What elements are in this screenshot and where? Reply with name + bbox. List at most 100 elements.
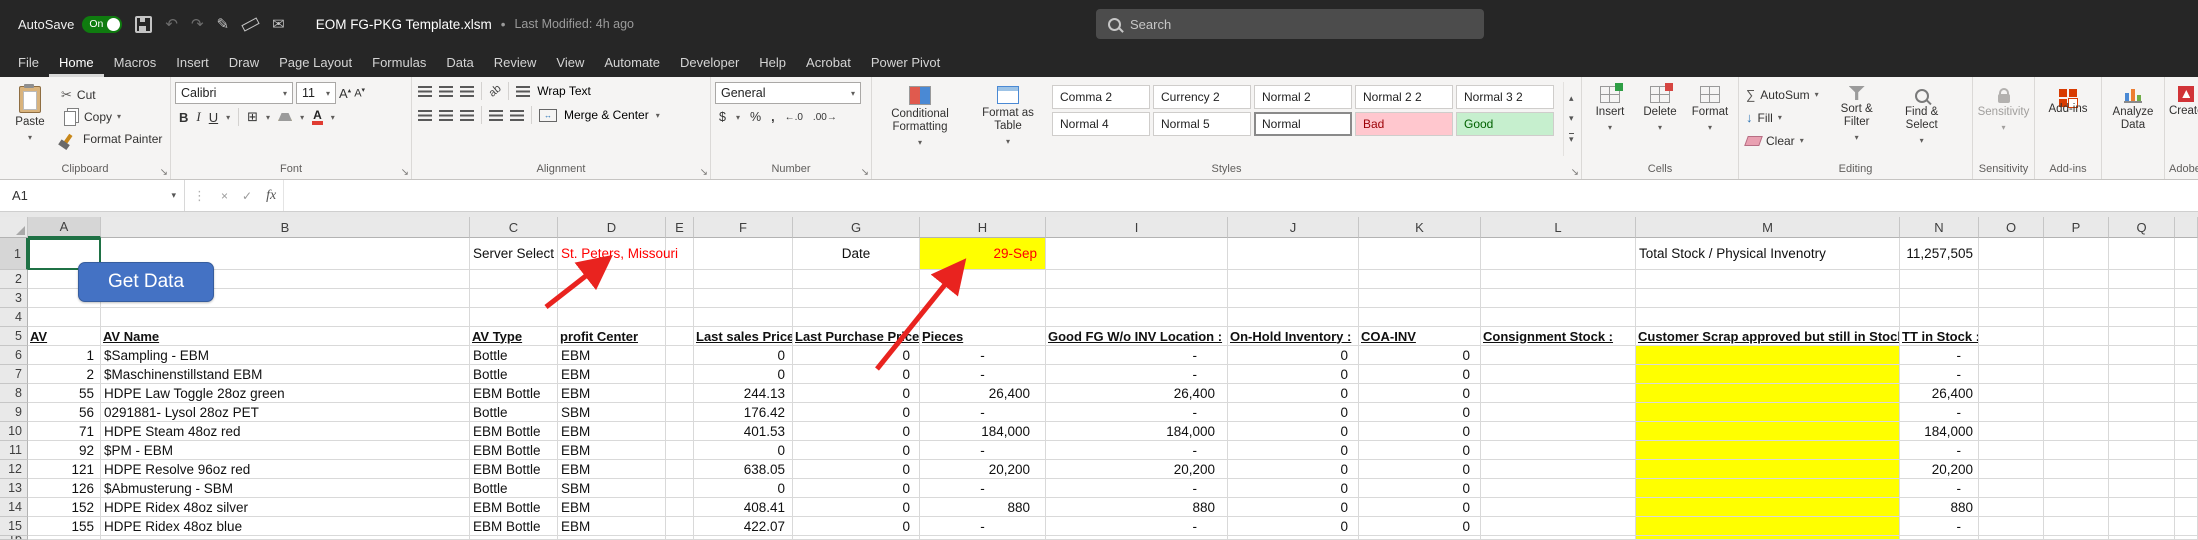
cell-M8[interactable] bbox=[1636, 384, 1900, 403]
cell-K7[interactable]: 0 bbox=[1359, 365, 1481, 384]
cell-O2[interactable] bbox=[1979, 270, 2044, 289]
cell-C1[interactable]: Server Select bbox=[470, 238, 558, 270]
cell-D14[interactable]: EBM bbox=[558, 498, 666, 517]
cell-B7[interactable]: $Maschinenstillstand EBM bbox=[101, 365, 470, 384]
wrap-text-icon[interactable] bbox=[516, 86, 530, 97]
cell-E11[interactable] bbox=[666, 441, 694, 460]
cell-O16[interactable] bbox=[1979, 536, 2044, 540]
cell-H3[interactable] bbox=[920, 289, 1046, 308]
menu-tab-automate[interactable]: Automate bbox=[594, 48, 670, 77]
cell-G9[interactable]: 0 bbox=[793, 403, 920, 422]
cell-G2[interactable] bbox=[793, 270, 920, 289]
cell-D3[interactable] bbox=[558, 289, 666, 308]
cell-E2[interactable] bbox=[666, 270, 694, 289]
merge-center-button[interactable]: Merge & Center bbox=[564, 108, 649, 122]
cell-K9[interactable]: 0 bbox=[1359, 403, 1481, 422]
cell-C6[interactable]: Bottle bbox=[470, 346, 558, 365]
cell-N10[interactable]: 184,000 bbox=[1900, 422, 1979, 441]
cell-I15[interactable]: - bbox=[1046, 517, 1228, 536]
cell-B10[interactable]: HDPE Steam 48oz red bbox=[101, 422, 470, 441]
column-header-C[interactable]: C bbox=[470, 217, 558, 238]
cell-style-normal-5[interactable]: Normal 5 bbox=[1153, 112, 1251, 136]
cell-Q9[interactable] bbox=[2109, 403, 2175, 422]
mail-icon[interactable]: ✉ bbox=[272, 17, 285, 32]
column-header-L[interactable]: L bbox=[1481, 217, 1636, 238]
cell-O14[interactable] bbox=[1979, 498, 2044, 517]
create-pdf-button[interactable]: Create bbox=[2169, 82, 2198, 118]
cell-N14[interactable]: 880 bbox=[1900, 498, 1979, 517]
cell-E7[interactable] bbox=[666, 365, 694, 384]
orientation-icon[interactable]: ab bbox=[487, 82, 504, 99]
cell-D4[interactable] bbox=[558, 308, 666, 327]
cell-F5[interactable]: Last sales Price bbox=[694, 327, 793, 346]
cell-I8[interactable]: 26,400 bbox=[1046, 384, 1228, 403]
cell-M12[interactable] bbox=[1636, 460, 1900, 479]
cell-J12[interactable]: 0 bbox=[1228, 460, 1359, 479]
cell-P9[interactable] bbox=[2044, 403, 2109, 422]
row-header-2[interactable]: 2 bbox=[0, 270, 28, 289]
cell-N1[interactable]: 11,257,505 bbox=[1900, 238, 1979, 270]
menu-tab-power-pivot[interactable]: Power Pivot bbox=[861, 48, 950, 77]
cell-style-normal-3-2[interactable]: Normal 3 2 bbox=[1456, 85, 1554, 109]
cell-M9[interactable] bbox=[1636, 403, 1900, 422]
cell-Q16[interactable] bbox=[2109, 536, 2175, 540]
cell-G11[interactable]: 0 bbox=[793, 441, 920, 460]
name-box-dropdown-icon[interactable]: ▾ bbox=[171, 190, 176, 201]
cell-I4[interactable] bbox=[1046, 308, 1228, 327]
row-header-8[interactable]: 8 bbox=[0, 384, 28, 403]
cell-D13[interactable]: SBM bbox=[558, 479, 666, 498]
delete-cells-button[interactable]: Delete▾ bbox=[1637, 82, 1684, 134]
cell-A15[interactable]: 155 bbox=[28, 517, 101, 536]
cell-K5[interactable]: COA-INV bbox=[1359, 327, 1481, 346]
cell-G15[interactable]: 0 bbox=[793, 517, 920, 536]
cell-K16[interactable] bbox=[1359, 536, 1481, 540]
cell-P2[interactable] bbox=[2044, 270, 2109, 289]
column-header-D[interactable]: D bbox=[558, 217, 666, 238]
cell-style-normal[interactable]: Normal bbox=[1254, 112, 1352, 136]
cell-M16[interactable] bbox=[1636, 536, 1900, 540]
cell-H16[interactable] bbox=[920, 536, 1046, 540]
cell-M4[interactable] bbox=[1636, 308, 1900, 327]
cell-I14[interactable]: 880 bbox=[1046, 498, 1228, 517]
menu-tab-view[interactable]: View bbox=[546, 48, 594, 77]
cell-C4[interactable] bbox=[470, 308, 558, 327]
cell-N12[interactable]: 20,200 bbox=[1900, 460, 1979, 479]
cell-M5[interactable]: Customer Scrap approved but still in Sto… bbox=[1636, 327, 1900, 346]
cell-I13[interactable]: - bbox=[1046, 479, 1228, 498]
cell-P3[interactable] bbox=[2044, 289, 2109, 308]
cell-L4[interactable] bbox=[1481, 308, 1636, 327]
copy-button[interactable]: Copy▾ bbox=[58, 106, 165, 127]
cell-J3[interactable] bbox=[1228, 289, 1359, 308]
cell-F13[interactable]: 0 bbox=[694, 479, 793, 498]
cell-H8[interactable]: 26,400 bbox=[920, 384, 1046, 403]
underline-button[interactable]: U bbox=[209, 110, 218, 125]
cell-N4[interactable] bbox=[1900, 308, 1979, 327]
name-box[interactable]: A1 ▾ bbox=[0, 180, 185, 211]
menu-tab-developer[interactable]: Developer bbox=[670, 48, 749, 77]
cell-J11[interactable]: 0 bbox=[1228, 441, 1359, 460]
cell-L2[interactable] bbox=[1481, 270, 1636, 289]
cell-K10[interactable]: 0 bbox=[1359, 422, 1481, 441]
fill-button[interactable]: ↓ Fill▾ bbox=[1743, 107, 1822, 128]
middle-align-icon[interactable] bbox=[439, 86, 453, 97]
row-header-9[interactable]: 9 bbox=[0, 403, 28, 422]
cell-N13[interactable]: - bbox=[1900, 479, 1979, 498]
cell-K2[interactable] bbox=[1359, 270, 1481, 289]
cell-F15[interactable]: 422.07 bbox=[694, 517, 793, 536]
cell-N15[interactable]: - bbox=[1900, 517, 1979, 536]
cell-N2[interactable] bbox=[1900, 270, 1979, 289]
cell-A4[interactable] bbox=[28, 308, 101, 327]
menu-tab-page-layout[interactable]: Page Layout bbox=[269, 48, 362, 77]
cell-A11[interactable]: 92 bbox=[28, 441, 101, 460]
cell-C15[interactable]: EBM Bottle bbox=[470, 517, 558, 536]
format-painter-button[interactable]: Format Painter bbox=[58, 128, 165, 149]
paste-button[interactable]: Paste▾ bbox=[4, 82, 56, 144]
cell-K3[interactable] bbox=[1359, 289, 1481, 308]
cell-K11[interactable]: 0 bbox=[1359, 441, 1481, 460]
cell-H13[interactable]: - bbox=[920, 479, 1046, 498]
cell-G1[interactable]: Date bbox=[793, 238, 920, 270]
cell-G4[interactable] bbox=[793, 308, 920, 327]
cell-style-bad[interactable]: Bad bbox=[1355, 112, 1453, 136]
cell-B6[interactable]: $Sampling - EBM bbox=[101, 346, 470, 365]
cell-J9[interactable]: 0 bbox=[1228, 403, 1359, 422]
